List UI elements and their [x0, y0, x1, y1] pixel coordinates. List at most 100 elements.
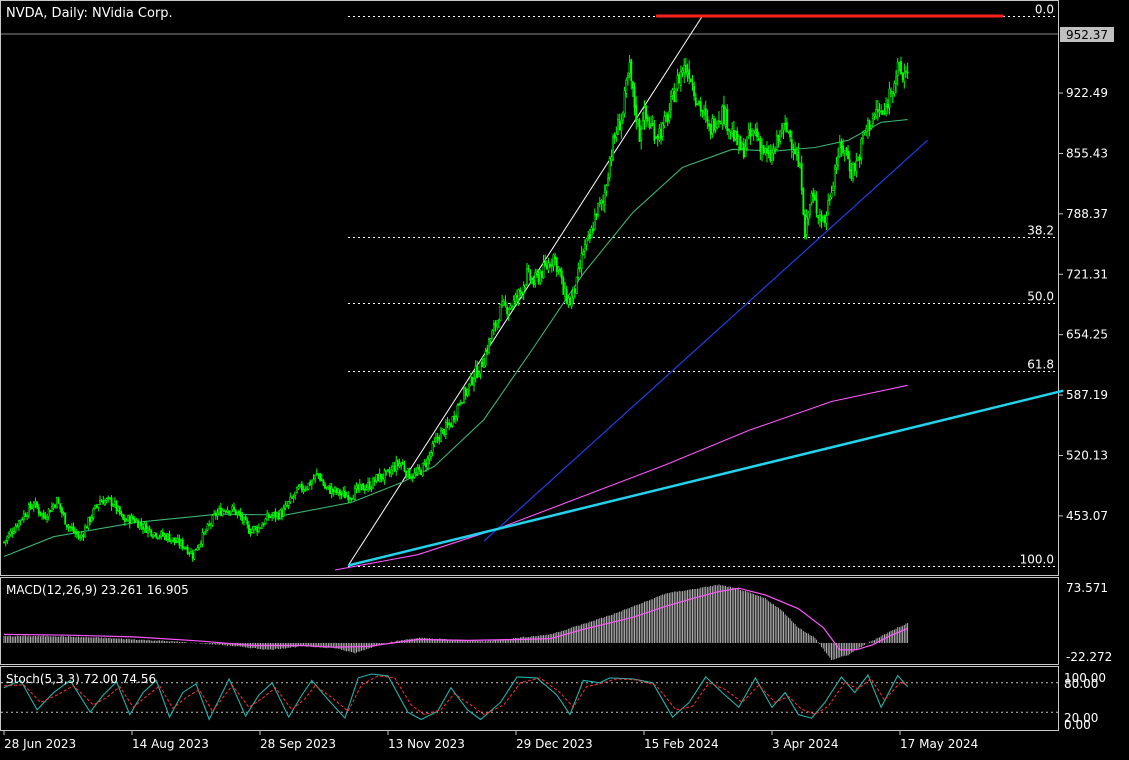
- candle-body: [233, 506, 235, 510]
- candle-body: [789, 130, 792, 138]
- candle-body: [574, 288, 576, 294]
- chart-canvas[interactable]: 0.0 38.2 50.0 61.8 100.0 NVDA, Daily: NVidia…: [0, 0, 1129, 756]
- candle-body: [118, 506, 121, 515]
- candle-body: [244, 516, 247, 521]
- candle-body: [699, 101, 702, 112]
- candle-body: [737, 136, 740, 148]
- candle-body: [128, 515, 131, 524]
- candle-body: [84, 526, 87, 538]
- candle-body: [401, 462, 404, 465]
- candle-body: [845, 147, 848, 151]
- fibonacci-retracement[interactable]: 0.0 38.2 50.0 61.8 100.0: [348, 3, 1058, 567]
- candle-body: [638, 119, 641, 142]
- macd-label: MACD(12,26,9) 23.261 16.905: [6, 583, 189, 597]
- stoch-ytick-0: 0.00: [1064, 718, 1091, 732]
- candle-body: [406, 468, 409, 478]
- candle-body: [395, 460, 398, 472]
- candle-body: [193, 549, 196, 560]
- price-ytick-4: 654.25: [1066, 328, 1108, 342]
- candle-body: [332, 488, 335, 493]
- candle-body: [539, 272, 542, 284]
- candle-body: [247, 524, 250, 534]
- candle-body: [153, 532, 156, 536]
- candle-body: [22, 513, 25, 520]
- candle-body: [714, 127, 717, 130]
- candle-body: [360, 484, 363, 486]
- candle-body: [886, 104, 889, 109]
- candle-body: [898, 62, 901, 65]
- candle-body: [441, 428, 444, 431]
- stoch-ytick-80: 80.00: [1064, 677, 1098, 691]
- candle-body: [559, 268, 562, 272]
- candle-body: [636, 119, 639, 124]
- candle-body: [148, 528, 151, 531]
- candle-body: [835, 164, 838, 169]
- candle-body: [196, 547, 199, 551]
- price-pane[interactable]: 0.0 38.2 50.0 61.8 100.0 NVDA, Daily: NVidia…: [1, 3, 1064, 571]
- candle-body: [156, 537, 159, 540]
- candle-body: [570, 295, 573, 307]
- candle-body: [451, 416, 454, 427]
- candle-body: [865, 128, 868, 132]
- candle-body: [646, 116, 649, 122]
- stochastic-pane[interactable]: Stoch(5,3,3) 72.00 74.56 100.00 80.00 20…: [1, 671, 1106, 732]
- candle-body: [866, 120, 869, 131]
- candle-body: [767, 152, 770, 154]
- candle-body: [113, 500, 116, 505]
- candle-body: [552, 254, 555, 267]
- candle-body: [178, 538, 181, 546]
- candle-body: [802, 188, 805, 215]
- candle-body: [345, 495, 348, 498]
- macd-pane[interactable]: MACD(12,26,9) 23.261 16.905 73.571 -22.2…: [3, 581, 1112, 664]
- candle-body: [494, 322, 497, 327]
- candle-body: [464, 388, 467, 397]
- candle-body: [595, 213, 598, 217]
- candle-body: [152, 536, 154, 538]
- candle-body: [903, 73, 906, 83]
- candle-body: [428, 455, 431, 460]
- candle-body: [554, 256, 557, 260]
- candle-body: [433, 441, 436, 446]
- candle-body: [772, 148, 775, 154]
- candle-body: [431, 443, 434, 453]
- candle-body: [775, 135, 778, 150]
- candle-body: [34, 500, 37, 505]
- candle-body: [279, 509, 282, 519]
- candle-body: [367, 482, 370, 488]
- candle-body: [489, 338, 492, 341]
- candle-body: [234, 509, 237, 516]
- candle-body: [813, 195, 816, 201]
- candle-body: [368, 481, 371, 490]
- candle-body: [171, 537, 174, 541]
- time-label-1: 14 Aug 2023: [132, 737, 209, 751]
- time-label-0: 28 Jun 2023: [4, 737, 76, 751]
- moving-average-fast: [3, 119, 908, 558]
- candle-body: [295, 486, 298, 494]
- candle-body: [557, 267, 560, 271]
- candle-body: [797, 151, 800, 167]
- candle-body: [890, 90, 893, 93]
- candle-body: [110, 497, 113, 507]
- candle-body: [89, 516, 92, 523]
- support-trend-line[interactable]: [483, 139, 928, 542]
- candle-body: [342, 490, 345, 494]
- candle-body: [744, 146, 747, 157]
- candle-body: [208, 523, 211, 526]
- candle-body: [95, 505, 98, 508]
- candle-body: [180, 540, 183, 546]
- candle-body: [530, 279, 533, 283]
- candle-body: [219, 507, 222, 516]
- candle-body: [3, 541, 5, 544]
- candle-body: [461, 402, 464, 404]
- chart-window[interactable]: 0.0 38.2 50.0 61.8 100.0 NVDA, Daily: NVidia…: [0, 0, 1129, 756]
- candle-body: [630, 59, 633, 81]
- candle-body: [704, 108, 707, 116]
- candle-body: [881, 110, 884, 115]
- candle-body: [421, 463, 424, 477]
- candle-body: [85, 526, 88, 529]
- candle-body: [325, 486, 328, 489]
- candle-body: [693, 85, 696, 97]
- candle-body: [310, 480, 313, 485]
- candle-body: [29, 503, 32, 509]
- candle-body: [92, 508, 95, 519]
